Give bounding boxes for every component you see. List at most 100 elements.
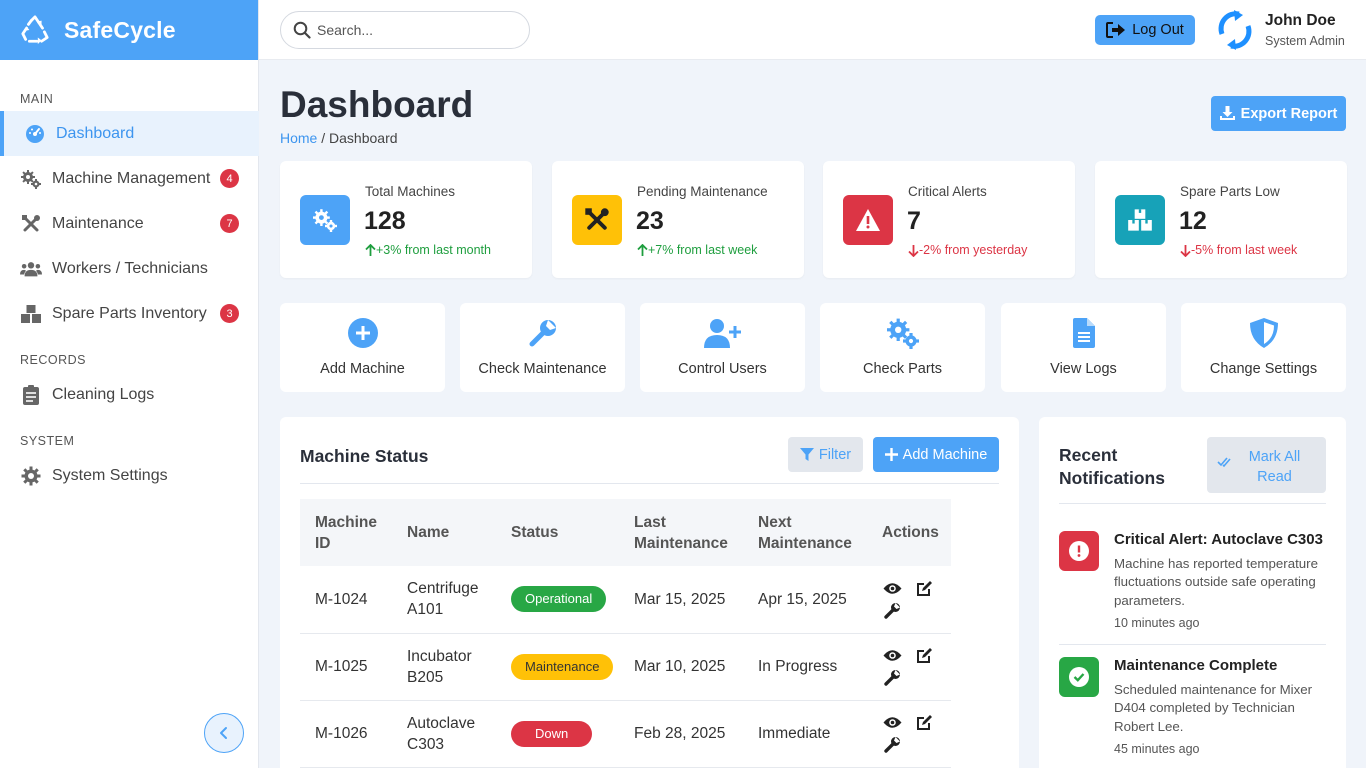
sidebar-item-machine-management[interactable]: Machine Management 4 <box>0 156 259 201</box>
brand-header[interactable]: SafeCycle <box>0 0 258 60</box>
table-row[interactable]: M-1025 Incubator B205 Maintenance Mar 10… <box>300 633 951 701</box>
chevron-left-icon <box>220 727 227 739</box>
edit-icon[interactable] <box>914 714 934 732</box>
cogs-icon <box>820 317 985 349</box>
mark-all-read-label: Mark All Read <box>1248 449 1301 485</box>
next-maintenance: In Progress <box>743 633 867 701</box>
file-icon <box>1001 317 1166 349</box>
arrow-down-icon <box>908 244 919 257</box>
column-header[interactable]: Name <box>392 499 496 566</box>
quick-action-label: Add Machine <box>320 361 405 377</box>
column-header: Actions <box>882 524 939 541</box>
count-badge: 7 <box>220 214 239 233</box>
stat-card-spare-parts-low: Spare Parts Low 12 -5% from last week <box>1095 161 1347 278</box>
export-report-button[interactable]: Export Report <box>1211 96 1346 131</box>
breadcrumb-home-link[interactable]: Home <box>280 130 317 146</box>
notification-item[interactable]: Maintenance Complete Scheduled maintenan… <box>1059 657 1325 761</box>
cogs-icon <box>20 168 42 190</box>
actions-cell <box>867 700 951 768</box>
stat-value: 7 <box>907 207 921 235</box>
arrow-up-icon <box>637 243 648 256</box>
exclamation-circle-icon <box>1059 531 1099 571</box>
sidebar-item-maintenance[interactable]: Maintenance 7 <box>0 201 259 246</box>
sidebar-item-cleaning-logs[interactable]: Cleaning Logs <box>0 372 259 417</box>
search-input[interactable] <box>317 22 507 38</box>
actions-cell <box>867 566 951 634</box>
brand-name: SafeCycle <box>64 16 176 43</box>
sidebar-collapse-button[interactable] <box>204 713 244 753</box>
mark-all-read-button[interactable]: Mark All Read <box>1207 437 1326 493</box>
sidebar-item-label: Machine Management <box>52 169 211 187</box>
filter-button[interactable]: Filter <box>788 437 863 472</box>
search-box[interactable] <box>280 11 530 49</box>
view-icon[interactable] <box>882 647 902 665</box>
count-badge: 4 <box>220 169 239 188</box>
add-machine-button[interactable]: Add Machine <box>873 437 999 472</box>
divider <box>1059 503 1326 504</box>
quick-action-label: Change Settings <box>1209 361 1318 377</box>
tools-icon <box>572 195 622 245</box>
sidebar-item-label: Maintenance <box>52 214 144 232</box>
breadcrumb: Home / Dashboard <box>280 130 398 146</box>
notifications-title: Recent Notifications <box>1059 445 1165 488</box>
stat-label: Critical Alerts <box>908 184 987 199</box>
filter-icon <box>799 447 814 461</box>
table-row[interactable]: M-1026 Autoclave C303 Down Feb 28, 2025 … <box>300 700 951 768</box>
stat-change: +3% from last month <box>365 243 491 257</box>
boxes-icon <box>1115 195 1165 245</box>
status-cell: Maintenance <box>496 633 619 701</box>
quick-action-change-settings[interactable]: Change Settings <box>1181 303 1346 392</box>
quick-action-add-machine[interactable]: Add Machine <box>280 303 445 392</box>
quick-action-check-parts[interactable]: Check Parts <box>820 303 985 392</box>
last-maintenance: Mar 10, 2025 <box>619 633 743 701</box>
avatar[interactable] <box>1217 10 1253 50</box>
column-header[interactable]: Status <box>496 499 619 566</box>
edit-icon[interactable] <box>914 579 934 597</box>
notification-title: Critical Alert: Autoclave C303 <box>1114 531 1323 548</box>
view-icon[interactable] <box>882 579 902 597</box>
sidebar-item-label: System Settings <box>52 466 168 484</box>
quick-action-label: Control Users <box>678 361 767 377</box>
column-header[interactable]: Next Maintenance <box>743 499 867 566</box>
quick-action-control-users[interactable]: Control Users <box>640 303 805 392</box>
actions-cell <box>867 633 951 701</box>
filter-label: Filter <box>818 446 852 463</box>
view-icon[interactable] <box>882 714 902 732</box>
wrench-icon[interactable] <box>882 736 902 754</box>
divider <box>1059 644 1326 645</box>
status-cell: Down <box>496 700 619 768</box>
arrow-up-icon <box>365 243 376 256</box>
breadcrumb-current: Dashboard <box>329 130 398 146</box>
machine-name: Centrifuge A101 <box>392 566 496 634</box>
edit-icon[interactable] <box>914 647 934 665</box>
table-row[interactable]: M-1024 Centrifuge A101 Operational Mar 1… <box>300 566 951 634</box>
wrench-icon[interactable] <box>882 669 902 687</box>
status-badge: Operational <box>511 586 607 613</box>
sidebar-item-system-settings[interactable]: System Settings <box>0 453 259 498</box>
last-maintenance: Feb 28, 2025 <box>619 700 743 768</box>
column-header[interactable]: Machine ID <box>300 499 392 566</box>
notification-title: Maintenance Complete <box>1114 657 1278 674</box>
stat-change: -2% from yesterday <box>908 243 1027 257</box>
notification-item[interactable]: Critical Alert: Autoclave C303 Machine h… <box>1059 531 1325 635</box>
machine-id: M-1025 <box>300 633 392 701</box>
wrench-icon[interactable] <box>882 601 902 619</box>
last-maintenance: Mar 15, 2025 <box>619 566 743 634</box>
stat-label: Total Machines <box>365 184 456 199</box>
sidebar-item-spare-parts[interactable]: Spare Parts Inventory 3 <box>0 291 259 336</box>
stat-card-total-machines: Total Machines 128 +3% from last month <box>280 161 532 278</box>
sidebar-item-dashboard[interactable]: Dashboard <box>0 111 259 156</box>
column-header[interactable]: Last Maintenance <box>619 499 743 566</box>
quick-action-check-maintenance[interactable]: Check Maintenance <box>460 303 625 392</box>
stat-change-text: -5% from last week <box>1191 243 1298 257</box>
quick-action-label: View Logs <box>1050 361 1117 377</box>
sidebar-item-workers[interactable]: Workers / Technicians <box>0 246 259 291</box>
tools-icon <box>20 213 42 235</box>
logout-button[interactable]: Log Out <box>1095 15 1195 45</box>
export-report-label: Export Report <box>1240 105 1338 122</box>
search-icon <box>293 21 311 39</box>
quick-action-view-logs[interactable]: View Logs <box>1001 303 1166 392</box>
count-badge: 3 <box>220 304 239 323</box>
table-header-row: Machine ID Name Status Last Maintenance … <box>300 499 951 566</box>
machine-status-table: Machine ID Name Status Last Maintenance … <box>300 499 951 768</box>
